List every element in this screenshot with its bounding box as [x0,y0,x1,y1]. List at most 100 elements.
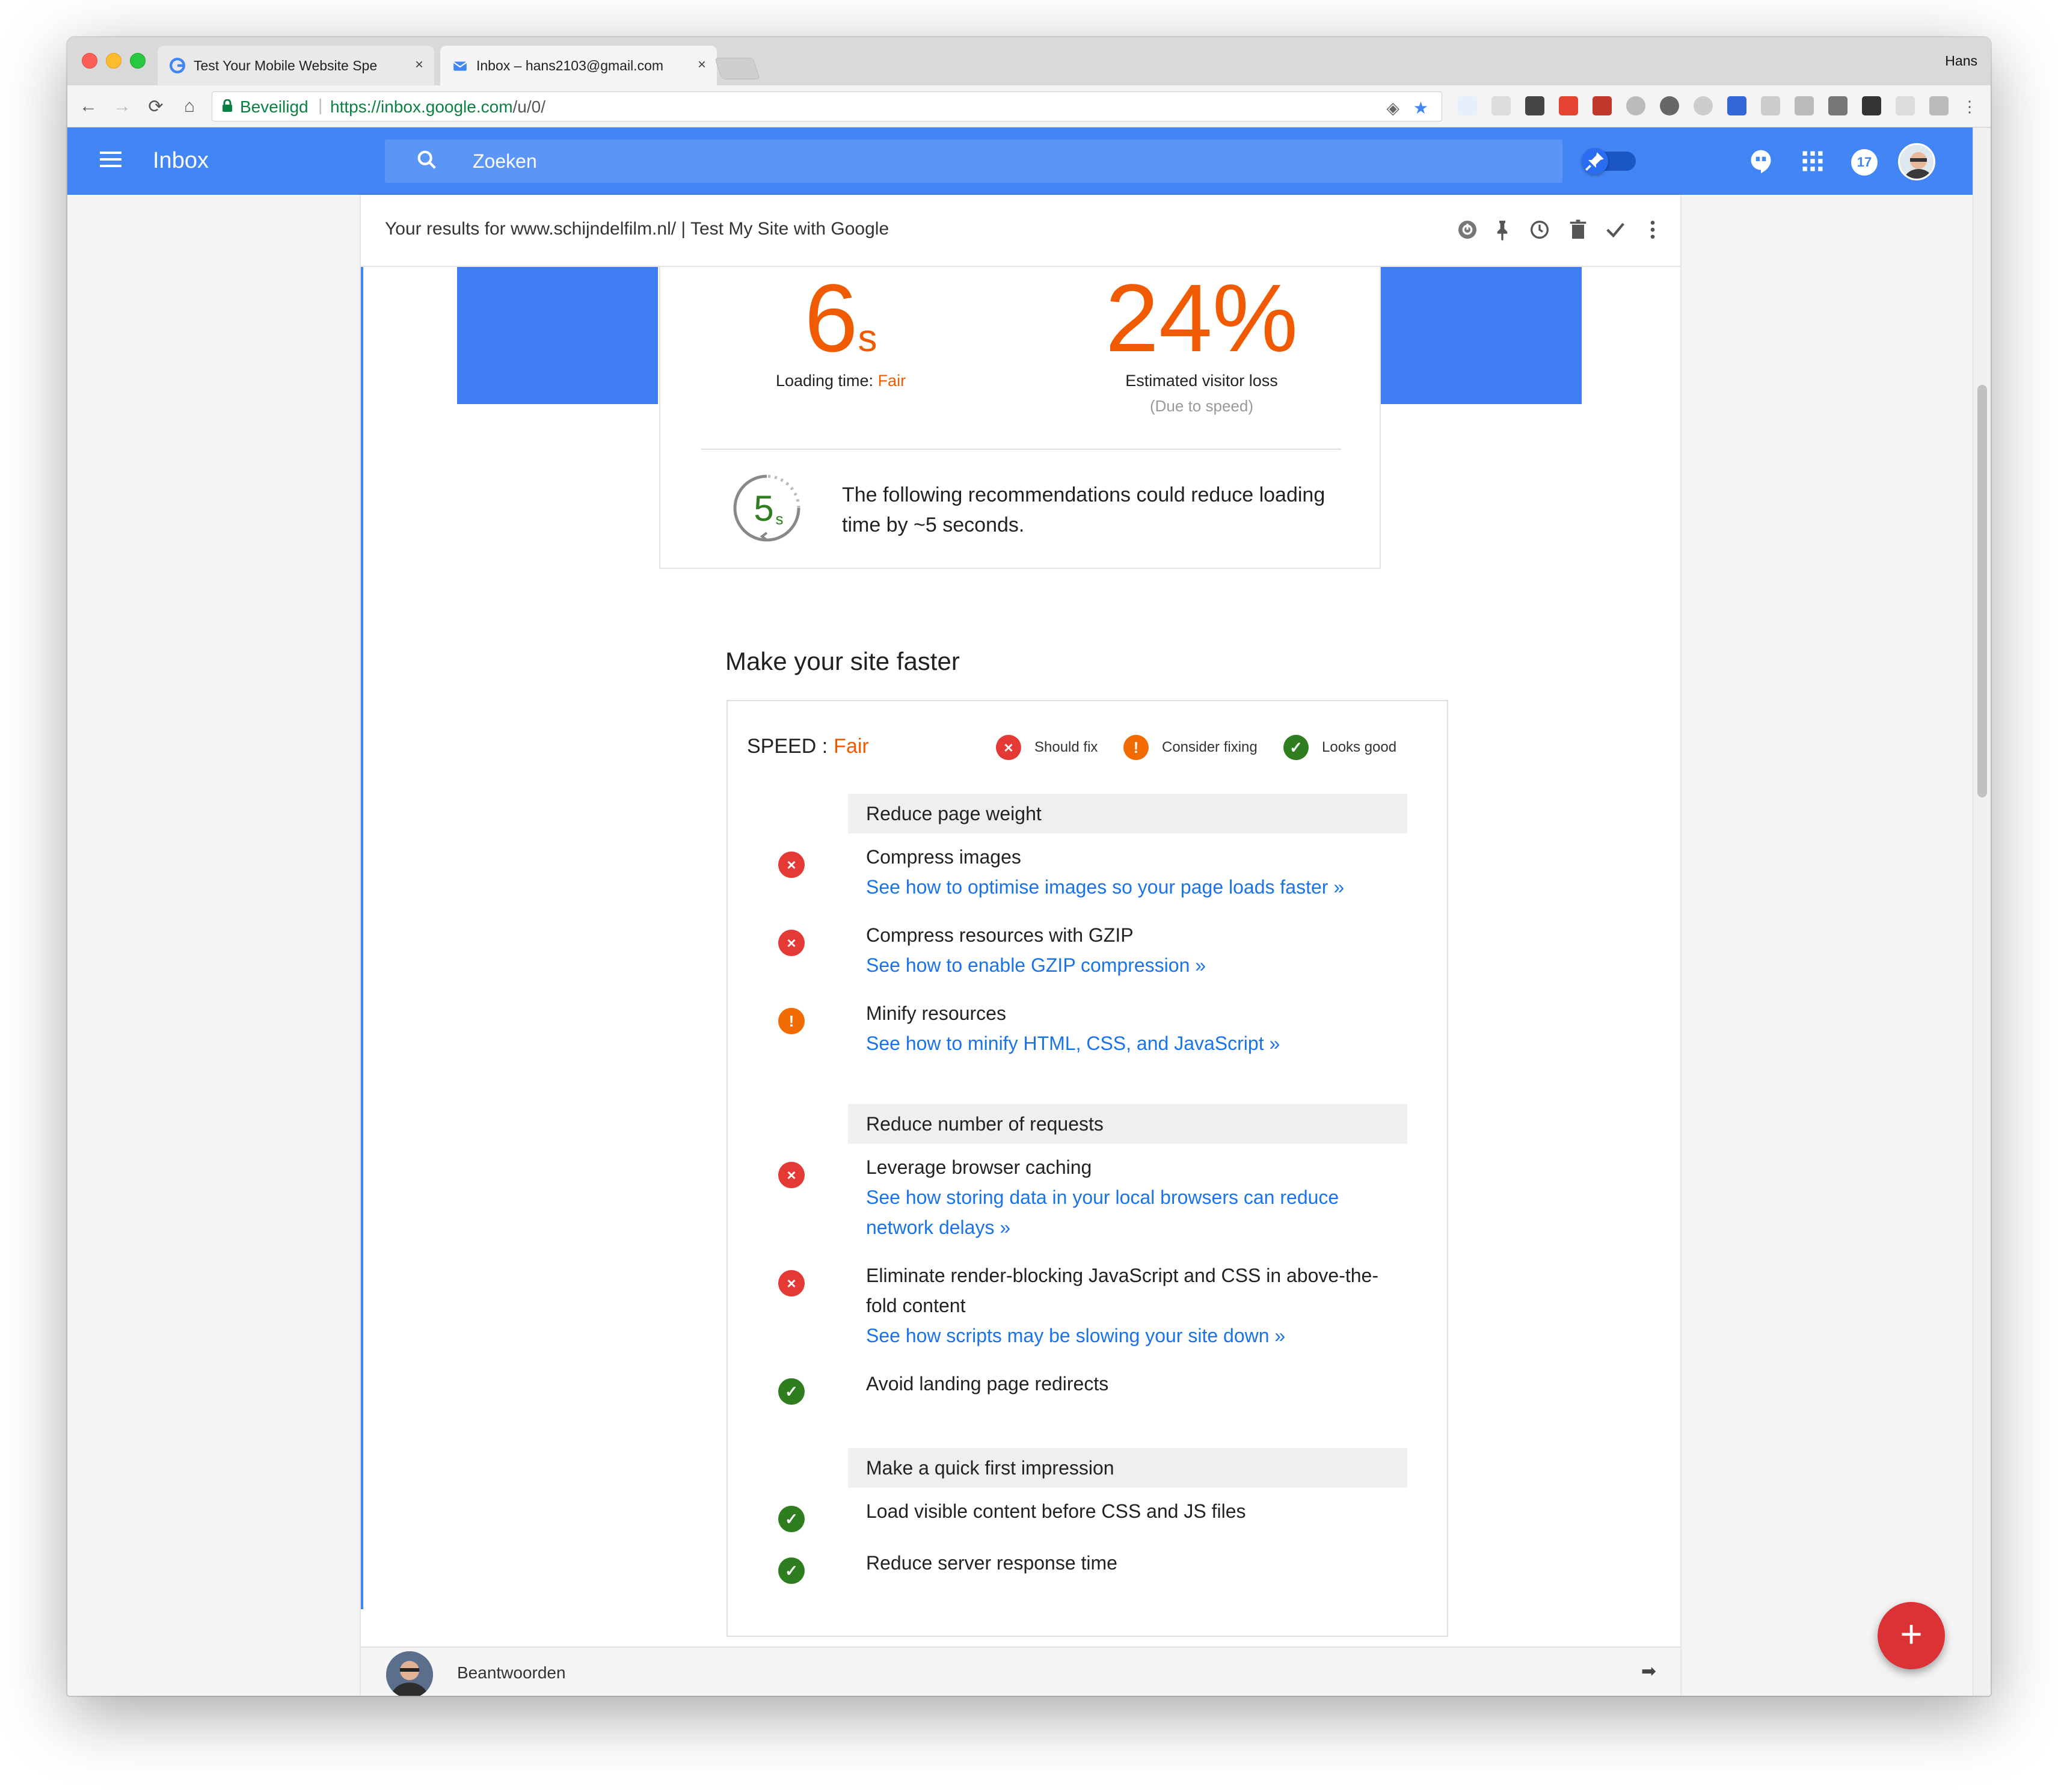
drive-icon[interactable] [1795,96,1814,115]
hangouts-icon[interactable] [1748,148,1774,174]
eye-extension-icon[interactable]: ◈ [1386,98,1399,118]
profile-name[interactable]: Hans [1945,53,1977,69]
results-summary: 6s 24% Loading time: Fair Estimated visi… [659,267,1381,569]
snooze-icon[interactable] [1455,218,1479,242]
reply-bar[interactable]: Beantwoorden ➡ [361,1646,1680,1696]
legend-looks-good: ✓ Looks good [1283,735,1396,760]
report-banner-left [457,267,658,404]
extension-icon[interactable] [1929,96,1949,115]
item-link[interactable]: See how to optimise images so your page … [866,872,1407,902]
account-avatar[interactable] [1898,143,1935,180]
search-input[interactable]: Zoeken [385,140,1562,183]
extension-icon[interactable] [1694,96,1713,115]
looks-good-icon: ✓ [778,1557,805,1584]
extension-icon[interactable] [1458,96,1477,115]
legend-should-fix: × Should fix [996,735,1098,760]
loading-time-value: 6s [804,264,877,372]
mail-icon[interactable] [1828,96,1848,115]
item-link[interactable]: See how to enable GZIP compression » [866,950,1407,980]
recommendation-item: Leverage browser caching See how storing… [866,1152,1359,1242]
divider [701,449,1341,450]
home-icon[interactable]: ⌂ [176,93,203,120]
extension-icon[interactable] [1896,96,1915,115]
extension-icon[interactable] [1660,96,1679,115]
message-subject: Your results for www.schijndelfilm.nl/ |… [385,219,889,239]
should-fix-icon: × [778,852,805,878]
speed-value: Fair [834,735,869,758]
item-title: Eliminate render-blocking JavaScript and… [866,1265,1378,1316]
savings-unit: s [776,510,784,528]
close-window-button[interactable] [82,53,97,69]
inbox-app-bar: Inbox Zoeken 17 [67,127,1973,195]
tab-strip: Test Your Mobile Website Spe × Inbox – h… [67,37,1991,85]
item-title: Compress images [866,846,1021,868]
extension-icon[interactable] [1491,96,1511,115]
search-placeholder: Zoeken [473,150,537,172]
pinned-toggle[interactable] [1582,148,1636,174]
page-scrollbar[interactable] [1973,127,1991,1696]
clock-icon[interactable] [1528,218,1552,242]
recommendation-item: Eliminate render-blocking JavaScript and… [866,1260,1395,1351]
loading-time-rating: Fair [877,372,906,390]
report-banner-right [1381,267,1582,404]
forward-arrow-icon[interactable]: ➡ [1641,1661,1656,1682]
savings-timer-icon: 5 s [730,471,803,545]
reload-icon[interactable]: ⟳ [142,93,170,120]
extension-icon[interactable] [1727,96,1746,115]
back-arrow-icon[interactable]: ← [75,93,102,120]
message-card: Your results for www.schijndelfilm.nl/ |… [361,195,1680,1696]
url-host: https://inbox.google.com [330,97,513,116]
item-link[interactable]: See how scripts may be slowing your site… [866,1321,1395,1351]
done-check-icon[interactable] [1603,218,1627,242]
tab-title: Test Your Mobile Website Spe [194,58,378,73]
pin-icon [1582,148,1608,174]
minimize-window-button[interactable] [106,53,121,69]
legend-label: Consider fixing [1162,739,1258,755]
recommendation-item: Avoid landing page redirects [866,1369,1407,1399]
extension-icon[interactable] [1761,96,1780,115]
item-link[interactable]: See how to minify HTML, CSS, and JavaScr… [866,1028,1407,1058]
tab-test-my-site[interactable]: Test Your Mobile Website Spe × [158,46,434,85]
pin-icon[interactable] [1490,218,1514,242]
apps-grid-icon[interactable] [1799,148,1826,174]
consider-fixing-icon: ! [778,1008,805,1034]
notifications-badge[interactable]: 17 [1851,149,1878,176]
trash-icon[interactable] [1566,218,1590,242]
looks-good-icon: ✓ [778,1378,805,1405]
scrollbar-thumb[interactable] [1977,385,1987,797]
browser-toolbar: ← → ⟳ ⌂ Beveiligd | https://inbox.google… [67,85,1991,127]
recommendation-item: Load visible content before CSS and JS f… [866,1496,1407,1526]
maximize-window-button[interactable] [130,53,146,69]
secure-label: Beveiligd [240,97,309,116]
recommendation-item: Compress resources with GZIP See how to … [866,920,1407,980]
recommendation-item: Minify resources See how to minify HTML,… [866,998,1407,1058]
section-title: Make your site faster [725,647,960,675]
recommendation-text: The following recommendations could redu… [842,483,1325,536]
reply-button[interactable]: Beantwoorden [457,1663,566,1683]
bookmark-star-icon[interactable]: ★ [1413,98,1428,118]
should-fix-icon: × [996,735,1021,760]
menu-icon[interactable] [100,152,121,170]
legend-label: Looks good [1322,739,1397,755]
address-bar[interactable]: Beveiligd | https://inbox.google.com/u/0… [212,91,1442,121]
item-link[interactable]: See how storing data in your local brows… [866,1182,1359,1242]
should-fix-icon: × [778,1270,805,1296]
tab-close-icon[interactable]: × [698,57,706,73]
tab-inbox[interactable]: Inbox – hans2103@gmail.com × [440,46,717,85]
divider: | [318,96,323,114]
extension-icon[interactable] [1862,96,1881,115]
should-fix-icon: × [778,1162,805,1188]
extension-icon[interactable] [1626,96,1645,115]
pocket-icon[interactable] [1525,96,1544,115]
todoist-icon[interactable] [1559,96,1578,115]
browser-menu-icon[interactable]: ⋮ [1956,93,1983,120]
compose-button[interactable]: + [1878,1602,1945,1669]
group-reduce-page-weight: Reduce page weight [848,794,1407,833]
more-options-icon[interactable] [1641,218,1665,242]
loading-time-unit: s [858,316,877,360]
tab-close-icon[interactable]: × [415,57,423,73]
forward-arrow-icon[interactable]: → [108,93,136,120]
extension-icon[interactable] [1593,96,1612,115]
new-tab-button[interactable] [714,58,760,79]
recommendation-item: Reduce server response time [866,1548,1407,1578]
